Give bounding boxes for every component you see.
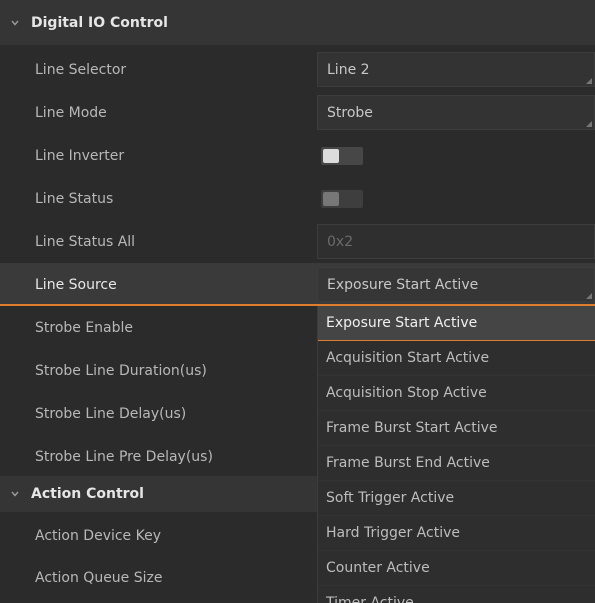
action-queue-size-label: Action Queue Size (35, 569, 163, 586)
strobe-delay-label: Strobe Line Delay(us) (35, 405, 187, 422)
toggle-knob (323, 148, 339, 163)
dropdown-option[interactable]: Exposure Start Active (318, 306, 595, 341)
dropdown-option[interactable]: Counter Active (318, 551, 595, 586)
line-mode-label: Line Mode (35, 104, 107, 121)
dropdown-option[interactable]: Acquisition Stop Active (318, 376, 595, 411)
row-line-status-all: Line Status All 0x2 (0, 220, 595, 263)
group-title: Digital IO Control (31, 14, 168, 31)
line-source-dropdown[interactable]: Exposure Start Active (317, 267, 595, 302)
line-status-all-label: Line Status All (35, 233, 136, 250)
dropdown-option[interactable]: Hard Trigger Active (318, 516, 595, 551)
dropdown-corner-icon (586, 78, 592, 84)
row-line-selector: Line Selector Line 2 (0, 48, 595, 91)
strobe-duration-label: Strobe Line Duration(us) (35, 362, 207, 379)
row-line-inverter: Line Inverter (0, 134, 595, 177)
line-mode-value: Strobe (327, 104, 373, 121)
chevron-down-icon[interactable] (10, 18, 20, 28)
dropdown-corner-icon (586, 293, 592, 299)
row-line-source: Line Source Exposure Start Active (0, 263, 595, 306)
dropdown-option[interactable]: Frame Burst Start Active (318, 411, 595, 446)
row-line-status: Line Status (0, 177, 595, 220)
line-source-value: Exposure Start Active (327, 276, 479, 293)
line-source-label: Line Source (35, 276, 117, 293)
row-line-mode: Line Mode Strobe (0, 91, 595, 134)
line-status-label: Line Status (35, 190, 114, 207)
dropdown-option[interactable]: Soft Trigger Active (318, 481, 595, 516)
toggle-knob (323, 191, 339, 206)
line-selector-value: Line 2 (327, 61, 370, 78)
group-title: Action Control (31, 486, 144, 502)
strobe-enable-label: Strobe Enable (35, 319, 134, 336)
line-inverter-toggle[interactable] (321, 146, 363, 165)
line-mode-dropdown[interactable]: Strobe (317, 95, 595, 130)
line-status-all-value: 0x2 (327, 233, 354, 250)
line-status-all-field: 0x2 (317, 224, 595, 259)
strobe-pre-delay-label: Strobe Line Pre Delay(us) (35, 448, 213, 465)
line-selector-label: Line Selector (35, 61, 127, 78)
action-device-key-label: Action Device Key (35, 527, 162, 544)
dropdown-option[interactable]: Frame Burst End Active (318, 446, 595, 481)
line-source-options-list[interactable]: Exposure Start Active Acquisition Start … (317, 306, 595, 603)
line-selector-dropdown[interactable]: Line 2 (317, 52, 595, 87)
line-inverter-label: Line Inverter (35, 147, 125, 164)
chevron-down-icon[interactable] (10, 489, 20, 499)
line-status-toggle (321, 189, 363, 208)
group-digital-io-control[interactable]: Digital IO Control (0, 0, 595, 45)
dropdown-option[interactable]: Timer Active (318, 586, 595, 603)
dropdown-option[interactable]: Acquisition Start Active (318, 341, 595, 376)
dropdown-corner-icon (586, 121, 592, 127)
